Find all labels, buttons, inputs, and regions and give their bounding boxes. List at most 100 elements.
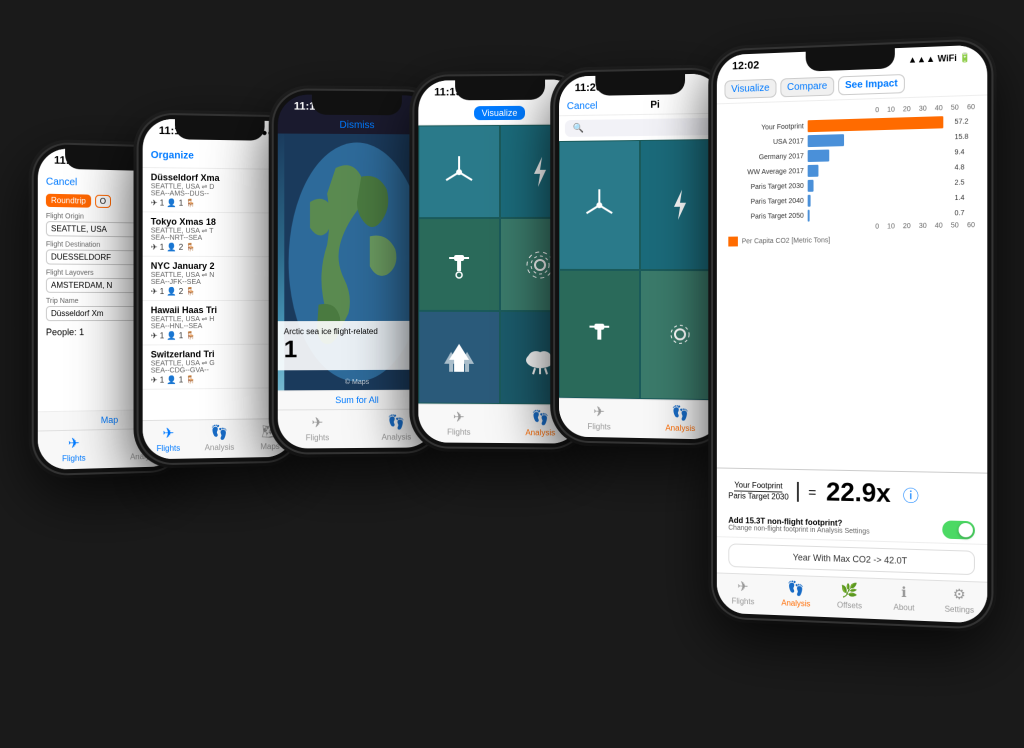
usa-bar <box>808 134 845 147</box>
trip-icons-0: ✈ 1 👤 1 🪑 <box>151 198 287 208</box>
apple-maps-label: © Maps <box>345 379 369 386</box>
water-tap-icon <box>439 245 479 285</box>
an-cell-2[interactable] <box>559 269 639 399</box>
visualize-button[interactable]: Visualize <box>474 106 526 120</box>
trip-icons-4: ✈ 1 👤 1 🪑 <box>151 374 287 384</box>
an-cell-3[interactable] <box>640 270 722 401</box>
trip-name-3: Hawaii Haas Tri <box>151 305 287 315</box>
nav-about-6[interactable]: ℹ About <box>877 583 932 613</box>
analysis-icon-5: 👣 <box>672 405 690 422</box>
nav-bar-5: ✈ Flights 👣 Analysis <box>559 398 721 440</box>
trees-icon <box>439 337 479 377</box>
search-bar-5[interactable]: 🔍 <box>565 118 715 137</box>
overlay-text: Arctic sea ice flight-related <box>284 327 430 336</box>
nav-flights-1[interactable]: ✈ Flights <box>38 434 110 464</box>
trip-name-2: NYC January 2 <box>151 261 287 271</box>
paris2030-label: Paris Target 2030 <box>728 182 803 190</box>
paris2040-label: Paris Target 2040 <box>728 197 803 205</box>
nav-bar-6: ✈ Flights 👣 Analysis 🌿 Offsets ℹ About ⚙ <box>717 572 987 623</box>
viz-cell-4[interactable] <box>418 311 499 404</box>
paris2030-value: 2.5 <box>955 179 975 187</box>
phone-5: 11:20 Cancel Pi 🔍 <box>553 67 727 446</box>
paris2050-label: Paris Target 2050 <box>728 212 803 220</box>
notch-4 <box>455 80 545 101</box>
footprint-ratio: Your Footprint Paris Target 2030 = 22.9x… <box>717 467 987 517</box>
non-flight-text: Add 15.3T non-flight footprint? Change n… <box>728 516 869 536</box>
nav-flights-4[interactable]: ✈ Flights <box>418 408 499 437</box>
flights-icon-1: ✈ <box>68 435 80 452</box>
an-cell-0[interactable] <box>559 140 639 270</box>
chart-row-paris2040: Paris Target 2040 1.4 <box>728 192 975 209</box>
roundtrip-button[interactable]: Roundtrip <box>46 194 91 208</box>
nav-analysis-2[interactable]: 👣 Analysis <box>194 424 245 453</box>
organize-button[interactable]: Organize <box>151 150 194 162</box>
overlay-number: 1 <box>284 336 430 365</box>
flights-label-5: Flights <box>587 422 610 431</box>
footprint-bar-container <box>808 116 951 132</box>
year-max-field: Year With Max CO2 -> 42.0T <box>728 543 975 575</box>
chart-scale-bottom: 0 10 20 30 40 50 60 <box>728 222 975 233</box>
analysis-label-3: Analysis <box>382 433 412 442</box>
germany-bar <box>808 150 830 163</box>
trip-icons-3: ✈ 1 👤 1 🪑 <box>151 331 287 341</box>
usa-bar-container <box>808 131 951 147</box>
nav-flights-2[interactable]: ✈ Flights <box>143 424 194 453</box>
notch-2 <box>174 119 264 141</box>
non-flight-toggle[interactable] <box>942 520 975 539</box>
footprint-bar <box>808 116 943 132</box>
cancel-button-5[interactable]: Cancel <box>567 101 598 112</box>
nav-offsets-6[interactable]: 🌿 Offsets <box>823 581 877 611</box>
nav-flights-6[interactable]: ✈ Flights <box>717 577 769 607</box>
ww-bar-container <box>808 162 951 177</box>
viz-cell-2[interactable] <box>418 218 499 311</box>
lightning-icon-5 <box>660 184 700 224</box>
time-6: 12:02 <box>732 60 759 73</box>
compare-nav-button[interactable]: Compare <box>780 77 834 98</box>
flights-label-4: Flights <box>447 428 470 437</box>
oneway-button[interactable]: O <box>95 195 111 208</box>
chart-legend: Per Capita CO2 [Metric Tons] <box>728 233 975 246</box>
notch-6 <box>805 48 894 71</box>
flights-icon-2: ✈ <box>162 425 174 442</box>
paris2050-value: 0.7 <box>955 209 975 216</box>
paris2050-bar-container <box>808 207 951 221</box>
cancel-button-1[interactable]: Cancel <box>46 177 77 189</box>
maps-label-2: Maps <box>260 442 279 451</box>
usa-label: USA 2017 <box>728 138 803 147</box>
analysis-icon-6: 👣 <box>787 580 804 597</box>
trip-route-3: SEA--HNL--SEA <box>151 323 287 331</box>
footprint-value: 57.2 <box>955 118 975 126</box>
nav-settings-6[interactable]: ⚙ Settings <box>932 585 988 615</box>
germany-value: 9.4 <box>955 148 975 156</box>
paris2050-bar <box>808 210 810 222</box>
wind-icon <box>579 185 618 225</box>
nav-analysis-5[interactable]: 👣 Analysis <box>640 404 722 434</box>
viz-cell-0[interactable] <box>418 125 499 218</box>
nav-flights-3[interactable]: ✈ Flights <box>278 414 357 443</box>
nav-analysis-6[interactable]: 👣 Analysis <box>769 579 822 609</box>
dismiss-button[interactable]: Dismiss <box>339 120 374 131</box>
ratio-fraction: Your Footprint Paris Target 2030 <box>728 480 798 501</box>
flights-icon-6: ✈ <box>737 578 748 595</box>
analysis-label-2: Analysis <box>205 443 235 453</box>
phone-6: 12:02 ▲▲▲ WiFi 🔋 Visualize Compare See I… <box>711 38 993 630</box>
ww-value: 4.8 <box>955 164 975 172</box>
chart-row-paris2050: Paris Target 2050 0.7 <box>728 207 975 223</box>
signal-icons-6: ▲▲▲ WiFi 🔋 <box>908 52 971 66</box>
phone5-header: Cancel Pi <box>559 96 721 117</box>
people-label: People: 1 <box>46 327 84 337</box>
offsets-icon-6: 🌿 <box>841 582 858 600</box>
an-cell-1[interactable] <box>640 139 722 270</box>
paris2030-bar-container <box>808 177 951 192</box>
see-impact-nav-button[interactable]: See Impact <box>838 74 905 95</box>
germany-label: Germany 2017 <box>728 153 803 162</box>
nav-flights-5[interactable]: ✈ Flights <box>559 403 639 432</box>
visualize-nav-button[interactable]: Visualize <box>724 79 776 100</box>
germany-bar-container <box>808 146 951 162</box>
trip-route-4: SEA--CDG--GVA-- <box>151 366 287 374</box>
paris2040-bar <box>808 195 811 207</box>
info-icon[interactable]: ⓘ <box>903 482 919 507</box>
trip-icons-2: ✈ 1 👤 2 🪑 <box>151 287 287 296</box>
wind-turbine-icon <box>439 152 479 192</box>
flights-icon-5: ✈ <box>593 403 605 420</box>
